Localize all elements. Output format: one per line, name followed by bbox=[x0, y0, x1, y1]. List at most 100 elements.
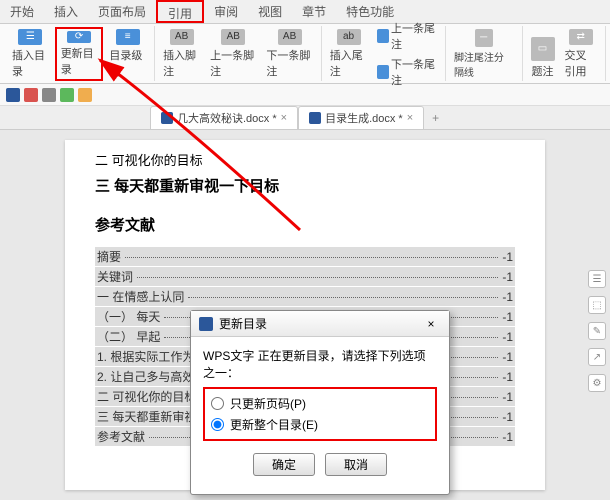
prev-footnote-icon: AB bbox=[221, 29, 245, 45]
prev-endnote-label: 上一条尾注 bbox=[391, 20, 437, 52]
heading-1: 三 每天都重新审视一下目标 bbox=[95, 175, 515, 196]
prev-footnote-button[interactable]: AB 上一条脚注 bbox=[206, 27, 260, 81]
insert-endnote-button[interactable]: ab 插入尾注 bbox=[326, 27, 372, 81]
quick-access-bar bbox=[0, 84, 610, 106]
doctab-2-label: 目录生成.docx * bbox=[325, 110, 403, 126]
toc-level-icon: ≡ bbox=[116, 29, 140, 45]
insert-toc-label: 插入目录 bbox=[12, 47, 49, 79]
separator-button[interactable]: ─ 脚注尾注分隔线 bbox=[450, 27, 518, 81]
word-icon bbox=[309, 112, 321, 124]
menu-tabs: 开始 插入 页面布局 引用 审阅 视图 章节 特色功能 bbox=[0, 0, 610, 24]
radio-whole-toc[interactable] bbox=[211, 418, 224, 431]
next-footnote-button[interactable]: AB 下一条脚注 bbox=[262, 27, 316, 81]
document-tabs: 几大高效秘诀.docx * × 目录生成.docx * × + bbox=[0, 106, 610, 130]
crossref-label: 交叉引用 bbox=[565, 47, 598, 79]
share-icon[interactable]: ↗ bbox=[588, 348, 606, 366]
toc-dots bbox=[188, 297, 498, 298]
toc-page: -1 bbox=[502, 370, 513, 384]
option-whole-toc[interactable]: 更新整个目录(E) bbox=[211, 414, 429, 435]
update-toc-dialog: 更新目录 × WPS文字 正在更新目录，请选择下列选项之一： 只更新页码(P) … bbox=[190, 310, 450, 495]
doctab-2-close[interactable]: × bbox=[407, 112, 413, 124]
toc-line: 一 在情感上认同 -1 bbox=[95, 287, 515, 306]
separator-label: 脚注尾注分隔线 bbox=[454, 49, 514, 79]
prev-endnote-icon bbox=[377, 29, 389, 43]
caption-icon: ▭ bbox=[531, 37, 555, 61]
option-whole-label: 更新整个目录(E) bbox=[230, 416, 318, 433]
tab-reference[interactable]: 引用 bbox=[156, 0, 204, 23]
nav-icon[interactable]: ☰ bbox=[588, 270, 606, 288]
qa-pdf-icon[interactable] bbox=[24, 88, 38, 102]
update-toc-button[interactable]: ⟳ 更新目录 bbox=[55, 27, 104, 81]
text-line: 二 可视化你的目标 bbox=[95, 150, 515, 169]
toc-page: -1 bbox=[502, 350, 513, 364]
toc-page: -1 bbox=[502, 250, 513, 264]
update-toc-icon: ⟳ bbox=[67, 31, 91, 43]
toc-text: 关键词 bbox=[97, 268, 133, 285]
toc-page: -1 bbox=[502, 430, 513, 444]
toc-page: -1 bbox=[502, 290, 513, 304]
toc-page: -1 bbox=[502, 330, 513, 344]
new-tab-button[interactable]: + bbox=[424, 111, 447, 125]
caption-button[interactable]: ▭ 题注 bbox=[527, 27, 559, 81]
endnote-icon: ab bbox=[337, 29, 361, 45]
radio-pages-only[interactable] bbox=[211, 397, 224, 410]
toc-line: 摘要 -1 bbox=[95, 247, 515, 266]
option-pages-label: 只更新页码(P) bbox=[230, 395, 306, 412]
next-footnote-label: 下一条脚注 bbox=[266, 47, 312, 79]
next-endnote-icon bbox=[377, 65, 389, 79]
toc-line: 关键词-1 bbox=[95, 267, 515, 286]
tab-chapter[interactable]: 章节 bbox=[292, 0, 336, 23]
dialog-close-button[interactable]: × bbox=[421, 317, 441, 331]
dialog-titlebar[interactable]: 更新目录 × bbox=[191, 311, 449, 337]
qa-undo-icon[interactable] bbox=[78, 88, 92, 102]
select-icon[interactable]: ⬚ bbox=[588, 296, 606, 314]
ok-button[interactable]: 确定 bbox=[253, 453, 315, 476]
toc-dots bbox=[137, 277, 498, 278]
caption-label: 题注 bbox=[532, 63, 554, 79]
settings-icon[interactable]: ⚙ bbox=[588, 374, 606, 392]
tab-layout[interactable]: 页面布局 bbox=[88, 0, 156, 23]
toc-page: -1 bbox=[502, 390, 513, 404]
tab-review[interactable]: 审阅 bbox=[204, 0, 248, 23]
doctab-1[interactable]: 几大高效秘诀.docx * × bbox=[150, 106, 298, 129]
sidebar-tools: ☰ ⬚ ✎ ↗ ⚙ bbox=[588, 270, 606, 392]
word-icon bbox=[161, 112, 173, 124]
doctab-1-close[interactable]: × bbox=[281, 112, 287, 124]
tab-start[interactable]: 开始 bbox=[0, 0, 44, 23]
prev-endnote-button[interactable]: 上一条尾注 bbox=[373, 19, 441, 53]
word-icon bbox=[199, 317, 213, 331]
heading-2: 参考文献 bbox=[95, 214, 515, 235]
dialog-title: 更新目录 bbox=[219, 315, 267, 332]
next-endnote-button[interactable]: 下一条尾注 bbox=[373, 55, 441, 89]
ribbon: ☰ 插入目录 ⟳ 更新目录 ≡ 目录级别 AB 插入脚注 AB 上一条脚注 AB… bbox=[0, 24, 610, 84]
crossref-button[interactable]: ⇄ 交叉引用 bbox=[561, 27, 602, 81]
insert-footnote-label: 插入脚注 bbox=[163, 47, 200, 79]
toc-page: -1 bbox=[502, 410, 513, 424]
doctab-2[interactable]: 目录生成.docx * × bbox=[298, 106, 424, 129]
qa-print-icon[interactable] bbox=[42, 88, 56, 102]
separator-icon: ─ bbox=[475, 29, 493, 47]
insert-toc-button[interactable]: ☰ 插入目录 bbox=[8, 27, 53, 81]
document-canvas: 二 可视化你的目标 三 每天都重新审视一下目标 参考文献 摘要-1关键词-1一 … bbox=[0, 130, 610, 500]
cancel-button[interactable]: 取消 bbox=[325, 453, 387, 476]
tab-view[interactable]: 视图 bbox=[248, 0, 292, 23]
toc-dots bbox=[125, 257, 498, 258]
qa-save-icon[interactable] bbox=[6, 88, 20, 102]
toc-level-label: 目录级别 bbox=[109, 47, 146, 79]
next-footnote-icon: AB bbox=[278, 29, 302, 45]
crossref-icon: ⇄ bbox=[569, 29, 593, 45]
update-toc-label: 更新目录 bbox=[61, 45, 98, 77]
dialog-options: 只更新页码(P) 更新整个目录(E) bbox=[203, 387, 437, 441]
option-pages-only[interactable]: 只更新页码(P) bbox=[211, 393, 429, 414]
toc-text: 一 在情感上认同 bbox=[97, 288, 184, 305]
dialog-prompt: WPS文字 正在更新目录，请选择下列选项之一： bbox=[203, 347, 437, 381]
qa-preview-icon[interactable] bbox=[60, 88, 74, 102]
toc-text: 摘要 bbox=[97, 248, 121, 265]
toc-text: （二） 早起 bbox=[97, 328, 160, 345]
tool-icon[interactable]: ✎ bbox=[588, 322, 606, 340]
toc-level-button[interactable]: ≡ 目录级别 bbox=[105, 27, 150, 81]
prev-footnote-label: 上一条脚注 bbox=[210, 47, 256, 79]
toc-text: 参考文献 bbox=[97, 428, 145, 445]
tab-insert[interactable]: 插入 bbox=[44, 0, 88, 23]
insert-footnote-button[interactable]: AB 插入脚注 bbox=[159, 27, 204, 81]
